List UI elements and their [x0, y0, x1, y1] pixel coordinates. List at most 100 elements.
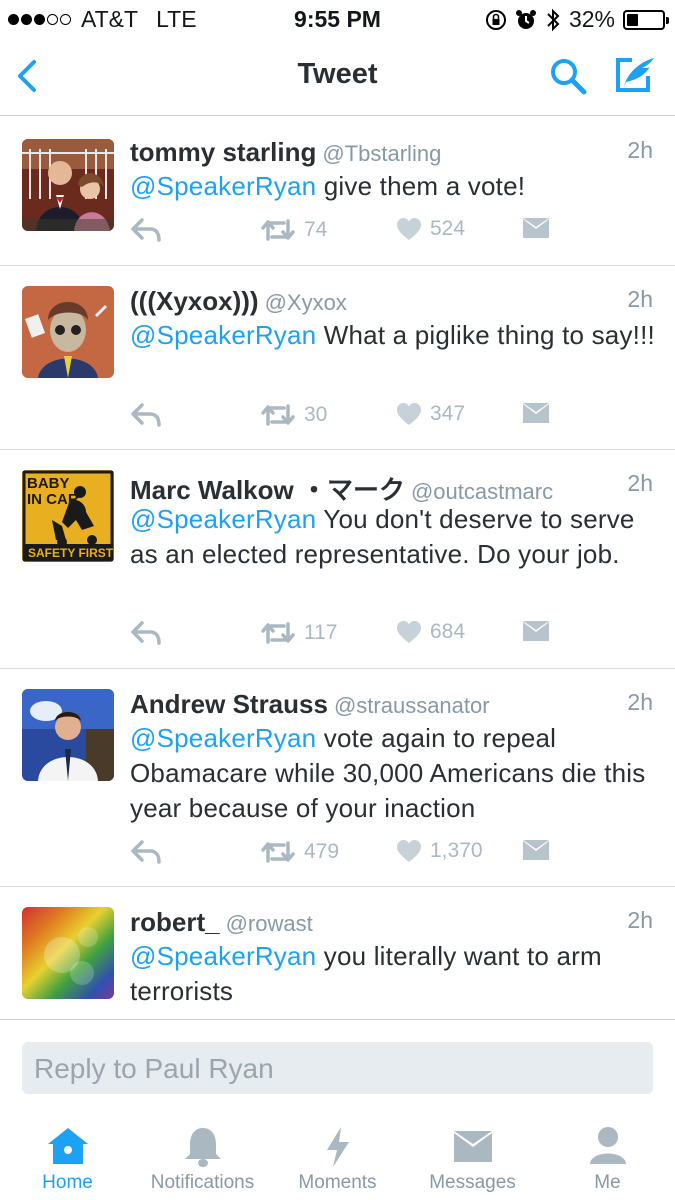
mention-link[interactable]: @SpeakerRyan [130, 723, 316, 753]
tweet-header: robert_ @rowast 2h [130, 907, 653, 938]
tweet-row[interactable]: robert_ @rowast 2h @SpeakerRyan you liter… [0, 887, 675, 1020]
retweet-count: 117 [304, 621, 338, 644]
tweet-row[interactable]: Andrew Strauss @straussanator 2h @Speaker… [0, 669, 675, 887]
tweet-row[interactable]: (((Xyxox))) @Xyxox 2h @SpeakerRyan What a… [0, 266, 675, 450]
tweet-header: (((Xyxox))) @Xyxox 2h [130, 286, 653, 317]
tweet-author-name[interactable]: robert_ [130, 907, 220, 937]
tweet-actions: 30 347 [130, 402, 560, 432]
reply-icon [131, 218, 161, 242]
tweet-row[interactable]: tommy starling @Tbstarling 2h @SpeakerRya… [0, 117, 675, 266]
tweet-author-handle[interactable]: @straussanator [334, 693, 490, 718]
alarm-icon [515, 9, 536, 29]
tweet-text: @SpeakerRyan give them a vote! [130, 169, 655, 204]
tab-label: Me [594, 1172, 621, 1193]
tweet-actions: 74 524 [130, 217, 560, 247]
retweet-icon [261, 841, 295, 863]
status-bar: AT&T LTE 9:55 PM 32% [0, 0, 675, 38]
avatar[interactable] [22, 907, 114, 999]
direct-message-button[interactable] [522, 620, 550, 642]
tab-home[interactable]: Home [0, 1112, 135, 1200]
tweet-header: Andrew Strauss @straussanator 2h [130, 689, 653, 720]
reply-button[interactable] [130, 217, 162, 243]
reply-input[interactable]: Reply to Paul Ryan [22, 1042, 653, 1094]
tweet-author-name[interactable]: tommy starling [130, 137, 316, 167]
tweet-author-handle[interactable]: @outcastmarc [411, 479, 553, 504]
tweet-time: 2h [627, 137, 653, 163]
tweet-author-name[interactable]: Marc Walkow ・マーク [130, 475, 405, 505]
bluetooth-icon [547, 8, 560, 31]
like-button[interactable]: 1,370 [396, 839, 483, 863]
reply-button[interactable] [130, 620, 162, 646]
reply-button[interactable] [130, 402, 162, 428]
mention-link[interactable]: @SpeakerRyan [130, 941, 316, 971]
mention-link[interactable]: @SpeakerRyan [130, 320, 316, 350]
like-button[interactable]: 684 [396, 620, 465, 644]
tab-bar: Home Notifications Moments Messages Me [0, 1112, 675, 1200]
avatar-safety-first-text: SAFETY FIRST [28, 546, 114, 560]
tab-messages[interactable]: Messages [405, 1112, 540, 1200]
tweet-header: tommy starling @Tbstarling 2h [130, 137, 653, 168]
mention-link[interactable]: @SpeakerRyan [130, 171, 316, 201]
tweet-time: 2h [627, 689, 653, 715]
tab-label: Notifications [150, 1172, 255, 1193]
tweet-author-name[interactable]: (((Xyxox))) [130, 286, 259, 316]
search-icon[interactable] [548, 56, 588, 96]
heart-icon [397, 218, 421, 240]
compose-tweet-icon[interactable] [612, 54, 658, 96]
retweet-button[interactable]: 74 [260, 217, 327, 243]
heart-icon [397, 840, 421, 862]
tab-me[interactable]: Me [540, 1112, 675, 1200]
tweet-time: 2h [627, 907, 653, 933]
avatar[interactable] [22, 689, 114, 781]
tweet-author-handle[interactable]: @Xyxox [265, 290, 347, 315]
tab-moments[interactable]: Moments [270, 1112, 405, 1200]
heart-icon [397, 403, 421, 425]
tweet-time: 2h [627, 470, 653, 496]
like-button[interactable]: 524 [396, 217, 465, 241]
direct-message-button[interactable] [522, 402, 550, 424]
retweet-button[interactable]: 30 [260, 402, 327, 428]
avatar[interactable] [22, 286, 114, 378]
tweet-actions: 479 1,370 [130, 839, 560, 869]
envelope-icon [453, 1131, 492, 1162]
reply-icon [131, 621, 161, 645]
tab-notifications[interactable]: Notifications [135, 1112, 270, 1200]
tweet-text-content: What a piglike thing to say!!! [316, 320, 655, 350]
avatar-baby-text: BABY [27, 475, 70, 492]
like-count: 524 [430, 217, 466, 240]
retweet-count: 74 [304, 218, 328, 241]
avatar[interactable]: BABY IN CAR SAFETY FIRST [22, 470, 114, 562]
tab-label: Moments [298, 1172, 377, 1193]
home-icon [47, 1128, 88, 1164]
tweet-text: @SpeakerRyan What a piglike thing to say… [130, 318, 655, 353]
envelope-icon [523, 621, 549, 641]
nav-bar: Tweet [0, 38, 675, 116]
tweet-time: 2h [627, 286, 653, 312]
retweet-icon [261, 219, 295, 241]
retweet-button[interactable]: 479 [260, 839, 339, 865]
like-count: 684 [430, 620, 466, 643]
mention-link[interactable]: @SpeakerRyan [130, 504, 316, 534]
tweet-author-name[interactable]: Andrew Strauss [130, 689, 328, 719]
tweet-text-content: give them a vote! [316, 171, 526, 201]
avatar[interactable] [22, 139, 114, 231]
direct-message-button[interactable] [522, 839, 550, 861]
retweet-button[interactable]: 117 [260, 620, 337, 646]
like-button[interactable]: 347 [396, 402, 465, 426]
retweet-icon [261, 622, 295, 644]
reply-placeholder: Reply to Paul Ryan [34, 1053, 274, 1084]
retweet-count: 30 [304, 403, 328, 426]
direct-message-button[interactable] [522, 217, 550, 239]
tweet-author-handle[interactable]: @rowast [226, 911, 313, 936]
lightning-icon [326, 1127, 349, 1167]
like-count: 347 [430, 402, 466, 425]
reply-button[interactable] [130, 839, 162, 865]
battery-percent: 32% [568, 6, 615, 32]
tweet-text: @SpeakerRyan vote again to repeal Obamac… [130, 721, 655, 826]
tab-label: Messages [429, 1172, 516, 1193]
tab-label: Home [42, 1172, 93, 1193]
tweet-author-handle[interactable]: @Tbstarling [322, 141, 441, 166]
person-icon [589, 1127, 626, 1164]
rotation-lock-icon [485, 9, 506, 30]
tweet-row[interactable]: BABY IN CAR SAFETY FIRST Marc Walkow ・マー… [0, 450, 675, 669]
